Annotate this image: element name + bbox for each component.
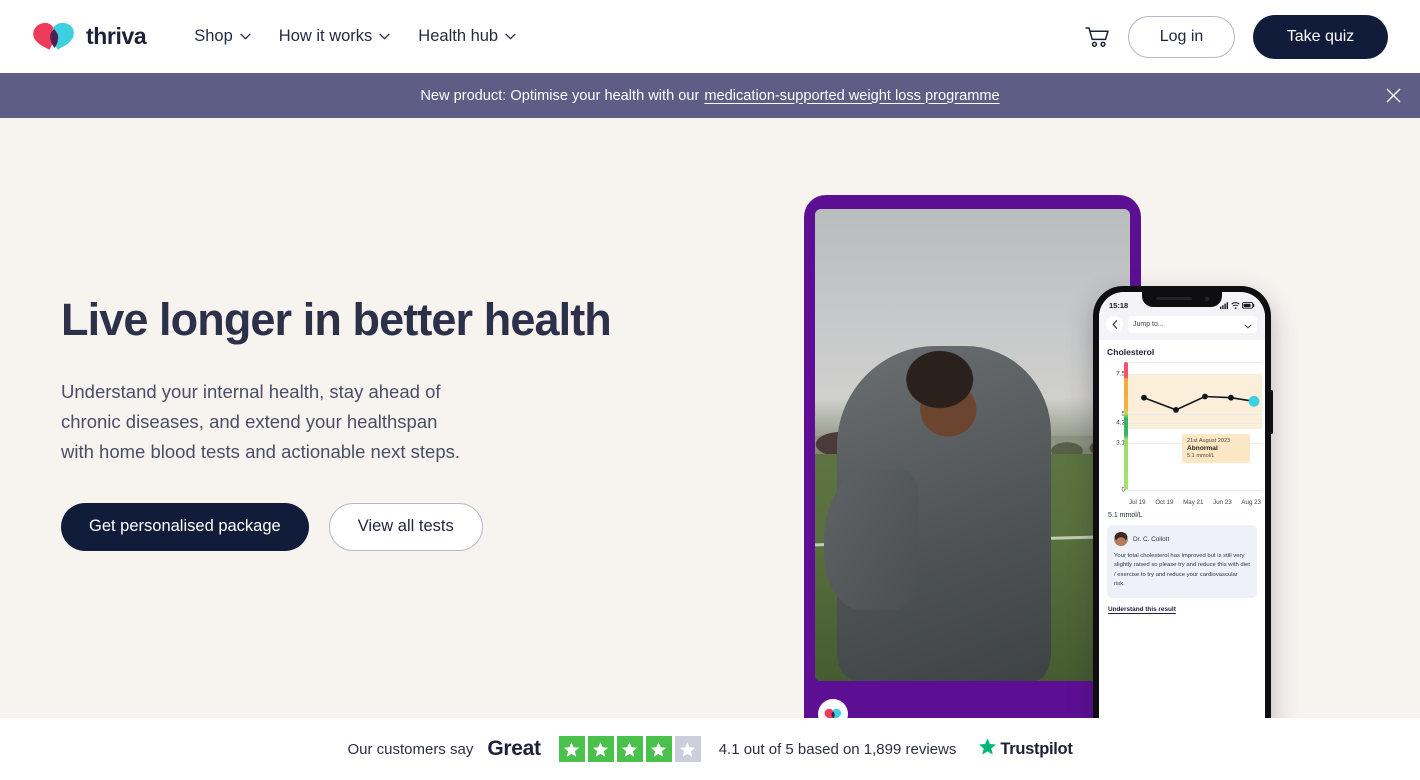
star-icon [645, 736, 672, 762]
hero-copy: Live longer in better health Understand … [61, 294, 621, 551]
shopping-cart-icon[interactable] [1084, 24, 1110, 50]
chart-x-tick-label: Jun 23 [1213, 499, 1232, 506]
status-time: 15:18 [1109, 300, 1129, 310]
thriva-heart-logo-icon [824, 708, 842, 718]
close-icon[interactable] [1378, 81, 1408, 111]
nav-item-shop-label: Shop [194, 27, 233, 45]
trustpilot-bar: Our customers say Great 4.1 out of 5 bas… [0, 718, 1420, 780]
doctor-header: Dr. C. Collott [1114, 532, 1250, 546]
star-icon [587, 736, 614, 762]
battery-icon [1241, 296, 1255, 314]
chevron-down-icon [1244, 316, 1252, 334]
status-icons [1220, 296, 1255, 314]
chart-x-tick-label: Jul 19 [1129, 499, 1146, 506]
site-header: thriva Shop How it works Health hub Log … [0, 0, 1420, 73]
chevron-left-icon [1112, 316, 1118, 334]
chart-gridline [1128, 490, 1262, 491]
understand-this-result-link[interactable]: Understand this result [1108, 606, 1176, 613]
chart-line [1143, 395, 1255, 411]
nav-item-health-hub-label: Health hub [418, 27, 499, 45]
nav-item-health-hub[interactable]: Health hub [404, 19, 530, 54]
main-nav: Shop How it works Health hub [180, 19, 530, 54]
avatar [818, 699, 848, 718]
chevron-down-icon [505, 33, 516, 40]
doctor-avatar [1114, 532, 1128, 546]
doctor-name: Dr. C. Collott [1133, 535, 1170, 543]
photo-person-arm [824, 468, 919, 611]
app-body: Cholesterol 7.5 5 [1099, 340, 1265, 616]
app-top-bar: Jump to... [1099, 314, 1265, 340]
hero-subtitle-line: with home blood tests and actionable nex… [61, 440, 461, 462]
chart-point [1228, 394, 1234, 401]
chart-x-tick-label: Oct 19 [1155, 499, 1174, 506]
tooltip-value: 5.1 mmol/L [1187, 453, 1215, 459]
hero-subtitle-line: Understand your internal health, stay ah… [61, 380, 441, 402]
phone-side-button [1270, 390, 1273, 434]
announcement-banner: New product: Optimise your health with o… [0, 73, 1420, 118]
trustpilot-stars [558, 736, 701, 762]
back-button[interactable] [1106, 316, 1123, 333]
trustpilot-logo-text: Trustpilot [1000, 739, 1073, 758]
star-icon-empty [674, 736, 701, 762]
chart-tooltip: 21st August 2023 Abnormal 5.1 mmol/L [1182, 434, 1250, 463]
biomarker-title: Cholesterol [1107, 347, 1155, 357]
trustpilot-star-icon [978, 737, 997, 761]
chart-point [1141, 394, 1147, 401]
tooltip-date: 21st August 2023 [1187, 438, 1231, 444]
hero-section: Live longer in better health Understand … [0, 118, 1420, 718]
phone-notch [1142, 292, 1222, 307]
chevron-down-icon [240, 33, 251, 40]
brand-name: thriva [86, 23, 147, 49]
chart-reference-bar [1124, 362, 1128, 490]
doctor-comment-card: Dr. C. Collott Your total cholesterol ha… [1107, 525, 1257, 598]
trustpilot-lead: Our customers say [347, 740, 474, 758]
hero-cta-group: Get personalised package View all tests [61, 502, 621, 551]
login-button[interactable]: Log in [1128, 15, 1235, 58]
chart-series [1141, 393, 1260, 413]
trustpilot-summary: 4.1 out of 5 based on 1,899 reviews [718, 740, 957, 758]
chart-x-tick-label: May 21 [1183, 499, 1204, 506]
thriva-heart-logo-icon [32, 21, 76, 53]
wifi-icon [1231, 296, 1240, 314]
phone-speaker [1156, 297, 1192, 300]
phone-camera [1205, 297, 1209, 301]
page-title: Live longer in better health [61, 294, 612, 345]
nav-item-how-it-works[interactable]: How it works [265, 19, 405, 54]
trustpilot-rating-word: Great [487, 737, 541, 760]
jump-to-label: Jump to... [1133, 321, 1164, 328]
chart-point [1173, 407, 1179, 413]
header-actions: Log in Take quiz [1084, 14, 1388, 59]
tooltip-status: Abnormal [1187, 445, 1218, 452]
trustpilot-logo[interactable]: Trustpilot [978, 737, 1073, 761]
doctor-comment-text: Your total cholesterol has improved but … [1114, 553, 1250, 588]
view-all-tests-button[interactable]: View all tests [328, 502, 483, 551]
get-personalised-package-button[interactable]: Get personalised package [61, 502, 309, 551]
hero-subtitle-line: chronic diseases, and extend your health… [61, 410, 438, 432]
star-icon [616, 736, 643, 762]
hero-photo-frame [804, 195, 1141, 718]
chart-plot-area: 7.5 5 4.3 3.1 0 [1116, 362, 1262, 494]
star-icon [558, 736, 585, 762]
chevron-down-icon [379, 33, 390, 40]
nav-item-shop[interactable]: Shop [180, 19, 265, 54]
chart-x-tick-label: Aug 23 [1241, 499, 1261, 506]
hero-subtitle: Understand your internal health, stay ah… [61, 377, 621, 467]
chart-point-highlight [1248, 395, 1260, 407]
page-root: thriva Shop How it works Health hub Log … [0, 0, 1420, 780]
take-quiz-button[interactable]: Take quiz [1253, 14, 1388, 59]
banner-link[interactable]: medication-supported weight loss program… [704, 88, 999, 104]
jump-to-select[interactable]: Jump to... [1128, 316, 1257, 333]
result-value: 5.1 mmol/L [1108, 512, 1143, 519]
brand-logo-link[interactable]: thriva [32, 21, 147, 53]
phone-mockup: 15:18 Jump to... Cholesterol 7.5 4.3 3.1… [1093, 286, 1273, 718]
nav-item-how-it-works-label: How it works [278, 27, 373, 45]
hero-photo [815, 209, 1130, 681]
cholesterol-chart: 7.5 5 4.3 3.1 0 [1106, 362, 1262, 508]
banner-text: New product: Optimise your health with o… [420, 87, 700, 104]
chart-point [1202, 393, 1208, 400]
chart-x-axis: Jul 19 Oct 19 May 21 Jun 23 Aug 23 [1128, 499, 1262, 506]
phone-screen: 15:18 Jump to... Cholesterol 7.5 4.3 3.1… [1099, 292, 1265, 718]
